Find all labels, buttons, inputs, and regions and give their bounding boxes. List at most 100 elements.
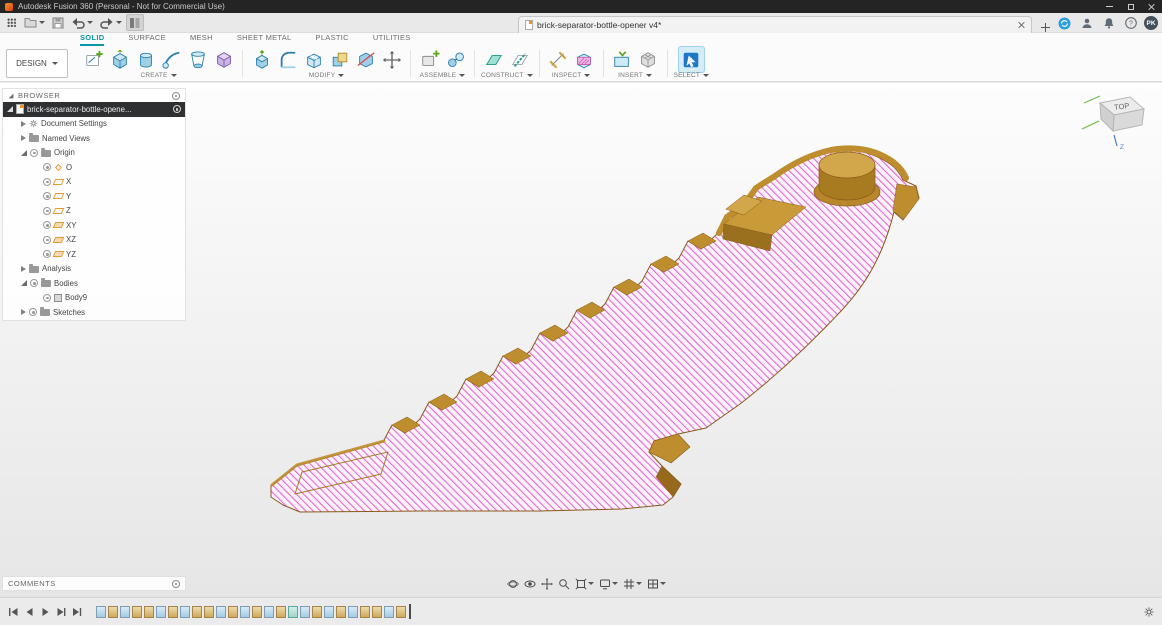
timeline-feature-sketch[interactable] — [384, 605, 394, 618]
job-status-button[interactable] — [1055, 15, 1074, 32]
revolve-button[interactable] — [133, 47, 158, 72]
fit-button[interactable] — [574, 576, 595, 591]
orbit-button[interactable] — [506, 576, 520, 591]
timeline-feature-sketch[interactable] — [216, 605, 226, 618]
insert-mesh-button[interactable] — [636, 47, 661, 72]
timeline-feature-feature[interactable] — [204, 605, 214, 618]
visibility-icon[interactable] — [43, 163, 51, 172]
expand-icon[interactable] — [21, 120, 26, 127]
form-button[interactable] — [211, 47, 236, 72]
expand-icon[interactable] — [21, 149, 27, 156]
expand-icon[interactable] — [21, 135, 26, 142]
help-button[interactable]: ? — [1122, 15, 1140, 32]
browser-item-body9[interactable]: Body9 — [3, 291, 185, 306]
minimize-button[interactable] — [1099, 0, 1120, 13]
collapse-icon[interactable] — [8, 93, 14, 98]
play-button[interactable] — [38, 605, 52, 619]
timeline-feature-construct[interactable] — [288, 605, 298, 618]
browser-item-document-settings[interactable]: Document Settings — [3, 117, 185, 132]
comments-options-icon[interactable] — [172, 579, 180, 588]
timeline-feature-feature[interactable] — [312, 605, 322, 618]
visibility-icon[interactable] — [43, 192, 51, 201]
browser-item-origin-point[interactable]: O — [3, 160, 185, 175]
timeline-feature-feature[interactable] — [228, 605, 238, 618]
create-menu-button[interactable]: CREATE — [140, 72, 177, 81]
select-button[interactable] — [677, 46, 705, 73]
tab-surface[interactable]: SURFACE — [128, 33, 166, 46]
skip-to-start-button[interactable] — [6, 605, 20, 619]
shell-button[interactable] — [301, 47, 326, 72]
visibility-icon[interactable] — [43, 177, 51, 186]
file-menu-button[interactable] — [21, 14, 48, 31]
timeline-feature-feature[interactable] — [372, 605, 382, 618]
assemble-menu-button[interactable]: ASSEMBLE — [420, 72, 466, 81]
expand-icon[interactable] — [21, 280, 27, 287]
browser-item-z-axis[interactable]: Z — [3, 204, 185, 219]
browser-item-origin[interactable]: Origin — [3, 146, 185, 161]
display-settings-button[interactable] — [598, 576, 619, 591]
tab-mesh[interactable]: MESH — [190, 33, 213, 46]
modify-menu-button[interactable]: MODIFY — [309, 72, 345, 81]
visibility-icon[interactable] — [43, 250, 51, 259]
timeline-feature-sketch[interactable] — [240, 605, 250, 618]
viewports-button[interactable] — [646, 576, 667, 591]
construct-plane-button[interactable] — [481, 47, 506, 72]
browser-item-y-axis[interactable]: Y — [3, 189, 185, 204]
extrude-button[interactable] — [107, 47, 132, 72]
joint-button[interactable] — [443, 47, 468, 72]
browser-item-x-axis[interactable]: X — [3, 175, 185, 190]
expand-icon[interactable] — [7, 106, 13, 113]
timeline-feature-sketch[interactable] — [156, 605, 166, 618]
timeline-feature-feature[interactable] — [252, 605, 262, 618]
construct-menu-button[interactable]: CONSTRUCT — [481, 72, 533, 81]
account-button[interactable] — [1078, 15, 1096, 32]
redo-button[interactable] — [97, 14, 125, 31]
timeline-feature-feature[interactable] — [336, 605, 346, 618]
timeline-feature-feature[interactable] — [108, 605, 118, 618]
comments-bar[interactable]: COMMENTS — [2, 576, 186, 591]
timeline-feature-feature[interactable] — [144, 605, 154, 618]
timeline-feature-sketch[interactable] — [348, 605, 358, 618]
timeline-settings-button[interactable] — [1142, 605, 1156, 619]
browser-options-icon[interactable] — [172, 91, 180, 100]
timeline-feature-sketch[interactable] — [324, 605, 334, 618]
insert-derive-button[interactable] — [610, 47, 635, 72]
browser-item-bodies[interactable]: Bodies — [3, 276, 185, 291]
browser-item-analysis[interactable]: Analysis — [3, 262, 185, 277]
browser-header[interactable]: BROWSER — [3, 89, 185, 102]
step-back-button[interactable] — [22, 605, 36, 619]
combine-button[interactable] — [327, 47, 352, 72]
browser-item-xy-plane[interactable]: XY — [3, 218, 185, 233]
pan-button[interactable] — [540, 576, 554, 591]
step-forward-button[interactable] — [54, 605, 68, 619]
new-component-button[interactable] — [417, 47, 442, 72]
browser-item-document[interactable]: brick-separator-bottle-opene... — [3, 102, 185, 117]
timeline-feature-sketch[interactable] — [180, 605, 190, 618]
zoom-button[interactable] — [557, 576, 571, 591]
new-tab-button[interactable] — [1037, 19, 1054, 36]
save-button[interactable] — [49, 14, 67, 31]
select-menu-button[interactable]: SELECT — [674, 72, 710, 81]
browser-item-yz-plane[interactable]: YZ — [3, 247, 185, 262]
timeline-feature-sketch[interactable] — [120, 605, 130, 618]
loft-button[interactable] — [185, 47, 210, 72]
visibility-icon[interactable] — [29, 308, 37, 317]
look-at-button[interactable] — [523, 576, 537, 591]
timeline-feature-feature[interactable] — [396, 605, 406, 618]
browser-item-named-views[interactable]: Named Views — [3, 131, 185, 146]
viewport[interactable]: TOP Z BROWSER brick-separator-bottle-ope… — [0, 83, 1162, 597]
tab-solid[interactable]: SOLID — [80, 33, 105, 46]
timeline-cursor[interactable] — [409, 604, 411, 619]
timeline-feature-feature[interactable] — [360, 605, 370, 618]
app-grid-button[interactable] — [3, 14, 20, 31]
timeline-feature-sketch[interactable] — [96, 605, 106, 618]
tab-utilities[interactable]: UTILITIES — [373, 33, 411, 46]
skip-to-end-button[interactable] — [70, 605, 84, 619]
avatar[interactable]: PK — [1144, 16, 1158, 30]
construct-axis-button[interactable] — [507, 47, 532, 72]
close-button[interactable] — [1141, 0, 1162, 13]
move-button[interactable] — [379, 47, 404, 72]
expand-icon[interactable] — [21, 309, 26, 316]
timeline-feature-sketch[interactable] — [300, 605, 310, 618]
grid-layout-button[interactable] — [622, 576, 643, 591]
